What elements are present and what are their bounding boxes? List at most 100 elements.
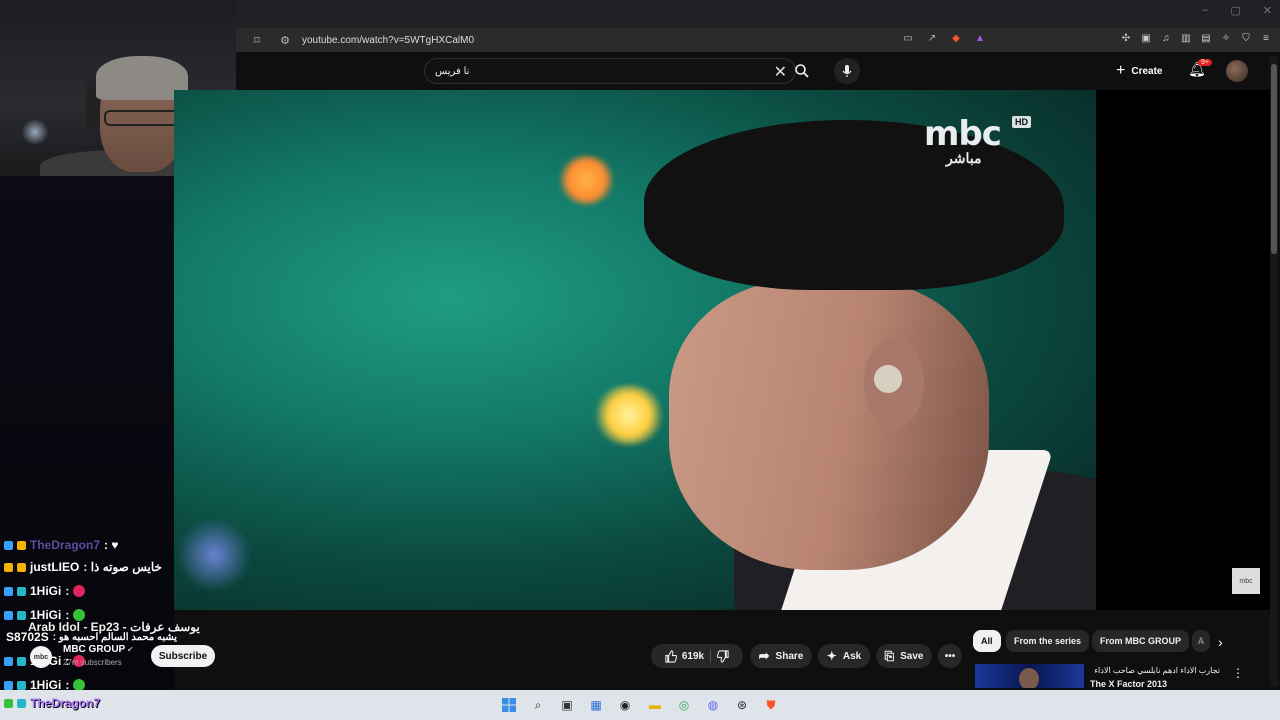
sub-badge-icon xyxy=(4,586,13,596)
chip-from-series[interactable]: From the series xyxy=(1006,630,1090,652)
leo-ai-icon[interactable]: ✧ xyxy=(1220,32,1232,46)
sub-badge-icon xyxy=(4,656,13,666)
windows-taskbar: TheDragon7 ⌕ ▣ ▦ ◉ ▬ ◎ ◍ ⊛ ⛊ xyxy=(0,690,1280,720)
account-avatar[interactable] xyxy=(1226,60,1248,82)
chat-text: : خايس صوته ذا xyxy=(83,560,162,574)
channel-watermark[interactable]: mbc xyxy=(1232,568,1260,594)
bits-badge-icon xyxy=(17,540,26,550)
browser-tab-strip: – ▢ ✕ xyxy=(236,0,1280,28)
tier-badge-icon xyxy=(17,610,26,620)
chat-username: TheDragon7 xyxy=(30,538,101,552)
task-view-icon[interactable]: ▣ xyxy=(556,694,578,716)
ask-button[interactable]: ✦ Ask xyxy=(818,644,870,668)
sub-badge-icon xyxy=(4,540,13,550)
chat-message: justLIEO : خايس صوته ذا xyxy=(4,560,162,574)
more-horizontal-icon: ••• xyxy=(944,650,956,662)
thumbs-up-icon xyxy=(665,649,677,663)
suggested-video-thumbnail[interactable] xyxy=(975,664,1084,688)
wallet-icon[interactable]: ▤ xyxy=(1200,32,1212,46)
share-label: Share xyxy=(775,650,804,662)
brave-shield-icon[interactable]: ◆ xyxy=(949,32,963,46)
vpn-shield-icon[interactable]: ⛉ xyxy=(1240,32,1252,46)
share-button[interactable]: ➦ Share xyxy=(750,644,812,668)
channel-name[interactable]: MBC GROUP xyxy=(63,644,125,655)
chip-all[interactable]: All xyxy=(973,630,1001,652)
clear-search-icon[interactable]: ✕ xyxy=(774,62,787,82)
subscribe-button[interactable]: Subscribe xyxy=(151,645,215,667)
steam-icon[interactable]: ⊛ xyxy=(731,694,753,716)
in-ear-monitor xyxy=(874,365,902,393)
hd-badge: HD xyxy=(1012,116,1031,128)
screenshot-icon[interactable]: ▣ xyxy=(1140,32,1152,46)
stage-light xyxy=(559,155,614,205)
maximize-button[interactable]: ▢ xyxy=(1230,4,1240,17)
suggested-video-title[interactable]: تجارب الاداء ادهم نابلسي صاحب الاداء xyxy=(1090,666,1220,675)
search-input[interactable]: نا فريس ✕ xyxy=(424,58,796,84)
site-info-icon[interactable]: ⚙ xyxy=(278,33,292,47)
file-explorer-icon[interactable]: ▬ xyxy=(644,694,666,716)
brave-icon[interactable]: ⛊ xyxy=(760,694,782,716)
tier-badge-icon xyxy=(17,656,26,666)
windows-logo-icon xyxy=(502,698,516,712)
chat-username: 1HiGi xyxy=(30,584,62,598)
chat-username: justLIEO xyxy=(30,560,80,574)
sidebar-icon[interactable]: ▥ xyxy=(1180,32,1192,46)
chat-text: : xyxy=(65,584,70,598)
chevron-right-icon[interactable]: › xyxy=(1218,634,1223,650)
tier-badge-icon xyxy=(17,680,26,690)
save-label: Save xyxy=(900,650,924,662)
share-page-icon[interactable]: ↗ xyxy=(925,32,939,46)
close-window-button[interactable]: ✕ xyxy=(1263,4,1272,17)
search-icon xyxy=(795,64,809,78)
music-icon[interactable]: ♫ xyxy=(1160,32,1172,46)
mbc-logo: mbc xyxy=(924,114,1002,154)
recommendation-chips: All From the series From MBC GROUP A xyxy=(973,630,1213,654)
singer-hair xyxy=(644,120,1064,290)
more-actions-button[interactable]: ••• xyxy=(938,644,962,668)
sub-badge-icon xyxy=(4,698,13,708)
dislike-button[interactable] xyxy=(717,649,730,663)
subscriber-count: 27m subscribers xyxy=(63,658,122,667)
save-button[interactable]: ⎘ Save xyxy=(876,644,932,668)
webcam-background-light xyxy=(20,120,50,144)
search-taskbar-icon[interactable]: ⌕ xyxy=(527,694,549,716)
chip-from-channel[interactable]: From MBC GROUP xyxy=(1092,630,1189,652)
like-button[interactable]: 619k xyxy=(664,649,704,663)
search-button[interactable] xyxy=(788,58,816,84)
url-text[interactable]: youtube.com/watch?v=5WTgHXCalM0 xyxy=(302,35,474,46)
bookmark-icon[interactable]: ⌑ xyxy=(250,33,264,47)
obs-icon[interactable]: ◉ xyxy=(614,694,636,716)
brave-rewards-icon[interactable]: ▲ xyxy=(973,32,987,46)
suggested-video-subtitle[interactable]: The X Factor 2013 xyxy=(1090,679,1167,689)
youtube-header: نا فريس ✕ + Create 🔔︎ 9+ xyxy=(236,52,1280,90)
scrollbar-thumb[interactable] xyxy=(1271,64,1277,254)
start-icon[interactable] xyxy=(498,694,520,716)
extensions-icon[interactable]: ✣ xyxy=(1120,32,1132,46)
chrome-icon[interactable]: ◎ xyxy=(673,694,695,716)
tier-badge-icon xyxy=(17,586,26,596)
cast-icon[interactable]: ▭ xyxy=(901,32,915,46)
stage-light xyxy=(594,385,664,445)
channel-avatar[interactable]: mbc xyxy=(30,646,52,668)
address-bar: ⌑ ⚙ youtube.com/watch?v=5WTgHXCalM0 ▭ ↗ … xyxy=(236,28,1280,52)
video-title: Arab Idol - Ep23 - يوسف عرفات xyxy=(28,620,200,634)
chip-more[interactable]: A xyxy=(1192,630,1210,652)
notification-count-badge: 9+ xyxy=(1198,59,1212,66)
verified-icon: ✔ xyxy=(127,645,134,654)
more-vertical-icon[interactable]: ⋮ xyxy=(1232,666,1244,680)
create-label: Create xyxy=(1131,65,1163,77)
chat-message: 1HiGi : xyxy=(4,584,86,598)
discord-icon[interactable]: ◍ xyxy=(702,694,724,716)
voice-search-button[interactable] xyxy=(834,58,860,84)
create-button[interactable]: + Create xyxy=(1116,60,1162,82)
thumbs-down-icon xyxy=(717,649,729,663)
chat-message: TheDragon7 : ♥ xyxy=(4,538,118,552)
emote-icon xyxy=(73,585,86,597)
page-scrollbar[interactable] xyxy=(1270,56,1278,686)
like-dislike-group: 619k xyxy=(651,644,743,668)
video-player[interactable]: mbc مباشر HD xyxy=(174,90,1096,610)
chat-username: TheDragon7 xyxy=(30,696,101,710)
minimize-button[interactable]: – xyxy=(1202,4,1208,17)
menu-icon[interactable]: ≡ xyxy=(1260,32,1272,46)
store-icon[interactable]: ▦ xyxy=(585,694,607,716)
